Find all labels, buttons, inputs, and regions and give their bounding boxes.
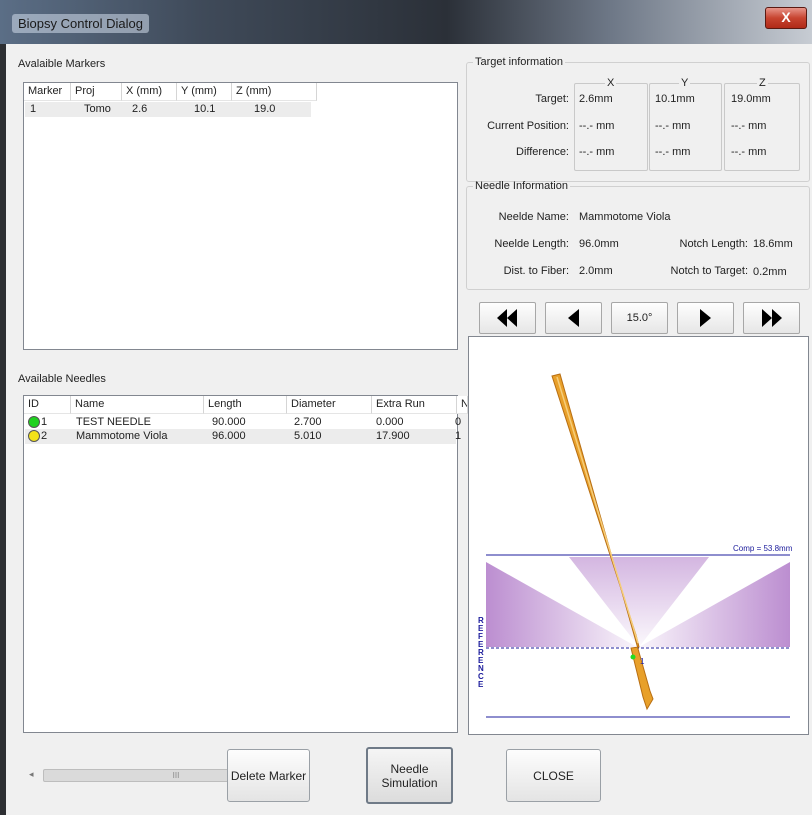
close-window-button[interactable]: X bbox=[765, 7, 807, 29]
dialog-client: Avalaible Markers Marker Proj X (mm) Y (… bbox=[6, 44, 812, 815]
marker-point-label: 1 bbox=[640, 657, 645, 666]
needles-col-id[interactable]: ID bbox=[24, 396, 71, 414]
markers-section-label: Avalaible Markers bbox=[18, 58, 106, 70]
current-position-label: Current Position: bbox=[487, 120, 569, 132]
markers-col-x[interactable]: X (mm) bbox=[122, 83, 177, 101]
rotate-fast-forward-button[interactable] bbox=[743, 302, 800, 334]
difference-z-value: --.- mm bbox=[731, 146, 767, 158]
marker-point bbox=[630, 654, 636, 660]
reference-label: REFERENCE bbox=[478, 616, 484, 689]
dist-to-fiber-label: Dist. to Fiber: bbox=[503, 265, 569, 277]
needle-simulation-line2: Simulation bbox=[381, 775, 438, 790]
target-z-value: 19.0mm bbox=[731, 93, 771, 105]
scroll-left-icon[interactable]: ◂ bbox=[29, 769, 34, 780]
needles-section-label: Available Needles bbox=[18, 373, 106, 385]
markers-list[interactable]: Marker Proj X (mm) Y (mm) Z (mm) 1 Tomo … bbox=[23, 82, 458, 350]
angle-display[interactable]: 15.0° bbox=[611, 302, 668, 334]
needle-row-n: 1 bbox=[455, 430, 462, 442]
needle-row-name: TEST NEEDLE bbox=[76, 416, 151, 428]
marker-row-y: 10.1 bbox=[194, 103, 216, 115]
marker-row-proj: Tomo bbox=[84, 103, 111, 115]
step-forward-icon bbox=[700, 309, 711, 327]
difference-label: Difference: bbox=[516, 146, 569, 158]
target-information-legend: Target information bbox=[475, 56, 564, 68]
fast-backward-icon bbox=[497, 309, 517, 327]
current-z-value: --.- mm bbox=[731, 120, 767, 132]
needle-row-length: 96.000 bbox=[212, 430, 246, 442]
target-label: Target: bbox=[535, 93, 569, 105]
needle-row-name: Mammotome Viola bbox=[76, 430, 168, 442]
notch-to-target-value: 0.2mm bbox=[753, 266, 787, 278]
needles-col-diameter[interactable]: Diameter bbox=[287, 396, 372, 414]
needle-row-id: 1 bbox=[41, 416, 48, 428]
needles-col-length[interactable]: Length bbox=[204, 396, 287, 414]
marker-row-id: 1 bbox=[30, 103, 37, 115]
needle-name-label: Neelde Name: bbox=[498, 211, 569, 223]
dist-to-fiber-value: 2.0mm bbox=[579, 265, 613, 277]
markers-col-proj[interactable]: Proj bbox=[71, 83, 122, 101]
needles-col-extra-run[interactable]: Extra Run bbox=[372, 396, 457, 414]
markers-col-z[interactable]: Z (mm) bbox=[232, 83, 317, 101]
needle-information-legend: Needle Information bbox=[475, 180, 568, 192]
needle-shape bbox=[551, 373, 654, 711]
target-col-z: Z bbox=[757, 77, 768, 89]
needles-list[interactable]: ID Name Length Diameter Extra Run N 1 TE… bbox=[23, 395, 468, 783]
step-backward-icon bbox=[568, 309, 579, 327]
needle-row-extra-run: 0.000 bbox=[376, 416, 404, 428]
target-col-y: Y bbox=[679, 77, 691, 89]
current-y-value: --.- mm bbox=[655, 120, 691, 132]
needle-highlight bbox=[556, 376, 639, 644]
needle-row-id: 2 bbox=[41, 430, 48, 442]
target-col-x: X bbox=[605, 77, 617, 89]
fast-forward-icon bbox=[762, 309, 782, 327]
markers-col-y[interactable]: Y (mm) bbox=[177, 83, 232, 101]
difference-x-value: --.- mm bbox=[579, 146, 615, 158]
needle-simulation-line1: Needle bbox=[390, 761, 429, 776]
close-button[interactable]: CLOSE bbox=[506, 749, 601, 802]
rotate-fast-backward-button[interactable] bbox=[479, 302, 536, 334]
needle-simulation-view[interactable]: Comp = 53.8mm REFERENCE 1 bbox=[468, 336, 809, 735]
needle-row-extra-run: 17.900 bbox=[376, 430, 410, 442]
needle-row-diameter: 2.700 bbox=[294, 416, 322, 428]
needle-length-value: 96.0mm bbox=[579, 238, 619, 250]
needle-status-icon bbox=[28, 430, 40, 442]
marker-row-z: 19.0 bbox=[254, 103, 276, 115]
needles-col-n[interactable]: N bbox=[457, 396, 468, 414]
notch-length-value: 18.6mm bbox=[753, 238, 793, 250]
needle-status-icon bbox=[28, 416, 40, 428]
title-bar: Biopsy Control Dialog X bbox=[0, 0, 812, 44]
needle-row-length: 90.000 bbox=[212, 416, 246, 428]
needle-length-label: Neelde Length: bbox=[494, 238, 569, 250]
notch-length-label: Notch Length: bbox=[679, 238, 749, 250]
comp-label: Comp = 53.8mm bbox=[733, 544, 793, 553]
needle-name-value: Mammotome Viola bbox=[579, 211, 671, 223]
rotate-step-forward-button[interactable] bbox=[677, 302, 734, 334]
needle-row-n: 0 bbox=[455, 416, 462, 428]
rotate-step-backward-button[interactable] bbox=[545, 302, 602, 334]
target-x-value: 2.6mm bbox=[579, 93, 613, 105]
markers-col-marker[interactable]: Marker bbox=[24, 83, 71, 101]
marker-row-x: 2.6 bbox=[132, 103, 148, 115]
window-title: Biopsy Control Dialog bbox=[12, 14, 150, 33]
delete-marker-button[interactable]: Delete Marker bbox=[227, 749, 310, 802]
current-x-value: --.- mm bbox=[579, 120, 615, 132]
needles-col-name[interactable]: Name bbox=[71, 396, 204, 414]
simulation-canvas: Comp = 53.8mm REFERENCE 1 bbox=[478, 373, 793, 718]
needle-simulation-button[interactable]: Needle Simulation bbox=[366, 747, 453, 804]
target-y-value: 10.1mm bbox=[655, 93, 695, 105]
needle-row-diameter: 5.010 bbox=[294, 430, 322, 442]
notch-to-target-label: Notch to Target: bbox=[670, 265, 748, 277]
difference-y-value: --.- mm bbox=[655, 146, 691, 158]
